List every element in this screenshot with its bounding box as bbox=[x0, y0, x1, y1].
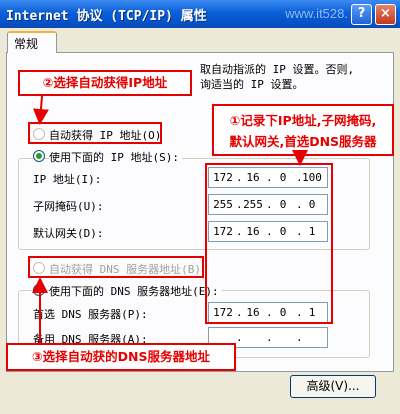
window-title: Internet 协议 (TCP/IP) 属性 bbox=[6, 9, 207, 24]
ip-values-highlight bbox=[205, 163, 333, 324]
step1-text-line2: 默认网关,首选DNS服务器 bbox=[229, 134, 377, 149]
description-text: 取自动指派的 IP 设置。否则, 询适当的 IP 设置。 bbox=[200, 63, 355, 91]
manual-ip-radio[interactable] bbox=[33, 150, 45, 162]
step2-callout: ②选择自动获得IP地址 bbox=[18, 70, 192, 96]
step2-text: ②选择自动获得IP地址 bbox=[42, 75, 168, 90]
step1-callout: ①记录下IP地址,子网掩码, 默认网关,首选DNS服务器 bbox=[212, 104, 394, 156]
watermark: www.it528. bbox=[285, 6, 348, 21]
step3-text: ③选择自动获的DNS服务器地址 bbox=[32, 349, 210, 364]
step3-callout: ③选择自动获的DNS服务器地址 bbox=[6, 343, 236, 371]
help-button[interactable]: ? bbox=[351, 4, 372, 25]
manual-dns-label[interactable]: 使用下面的 DNS 服务器地址(E): bbox=[49, 283, 222, 299]
advanced-button[interactable]: 高级(V)... bbox=[290, 375, 376, 398]
manual-ip-label[interactable]: 使用下面的 IP 地址(S): bbox=[49, 149, 182, 165]
title-bar[interactable]: Internet 协议 (TCP/IP) 属性 www.it528. ? × bbox=[0, 0, 400, 28]
tab-general[interactable]: 常规 bbox=[7, 31, 57, 53]
preferred-dns-label: 首选 DNS 服务器(P): bbox=[33, 308, 148, 321]
auto-ip-highlight bbox=[28, 122, 162, 144]
ip-address-label: IP 地址(I): bbox=[33, 173, 102, 186]
auto-dns-highlight bbox=[28, 256, 204, 278]
step1-text-line1: ①记录下IP地址,子网掩码, bbox=[229, 113, 377, 128]
default-gateway-label: 默认网关(D): bbox=[33, 227, 104, 240]
manual-dns-radio[interactable] bbox=[33, 284, 45, 296]
close-button[interactable]: × bbox=[375, 4, 396, 25]
subnet-mask-label: 子网掩码(U): bbox=[33, 200, 104, 213]
